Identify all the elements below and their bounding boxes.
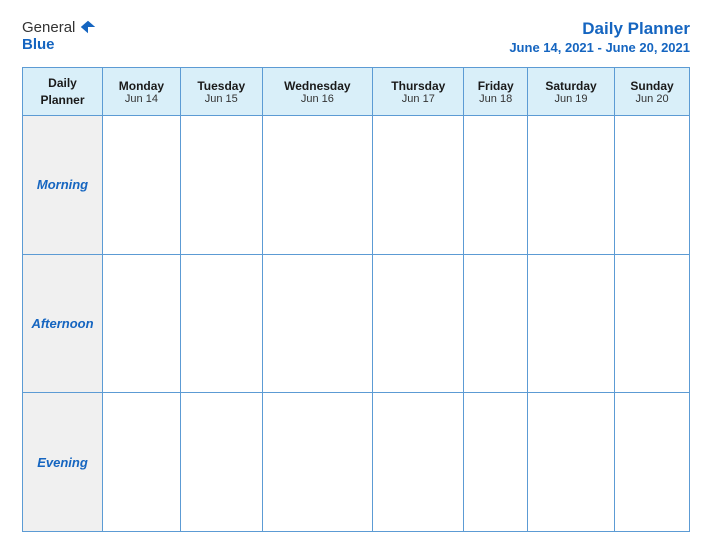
cell-morning-monday[interactable] [103, 116, 181, 255]
col-header-monday: Monday Jun 14 [103, 68, 181, 116]
col-header-friday: Friday Jun 18 [464, 68, 527, 116]
cell-morning-tuesday[interactable] [180, 116, 262, 255]
planner-title: Daily Planner [509, 18, 690, 40]
row-morning: Morning [23, 116, 690, 255]
cell-evening-sunday[interactable] [615, 393, 690, 532]
cell-afternoon-thursday[interactable] [373, 254, 464, 393]
cell-evening-thursday[interactable] [373, 393, 464, 532]
cell-morning-thursday[interactable] [373, 116, 464, 255]
cell-morning-sunday[interactable] [615, 116, 690, 255]
row-label-afternoon: Afternoon [23, 254, 103, 393]
cell-afternoon-wednesday[interactable] [262, 254, 373, 393]
cell-afternoon-friday[interactable] [464, 254, 527, 393]
cell-morning-saturday[interactable] [527, 116, 614, 255]
corner-label: Daily Planner [40, 76, 84, 107]
cell-evening-friday[interactable] [464, 393, 527, 532]
planner-date-range: June 14, 2021 - June 20, 2021 [509, 40, 690, 55]
row-afternoon: Afternoon [23, 254, 690, 393]
logo-general: General [22, 19, 75, 36]
cell-morning-wednesday[interactable] [262, 116, 373, 255]
cell-evening-wednesday[interactable] [262, 393, 373, 532]
cell-afternoon-tuesday[interactable] [180, 254, 262, 393]
row-label-morning: Morning [23, 116, 103, 255]
col-header-saturday: Saturday Jun 19 [527, 68, 614, 116]
cell-afternoon-saturday[interactable] [527, 254, 614, 393]
col-header-thursday: Thursday Jun 17 [373, 68, 464, 116]
page: General Blue Daily Planner June 14, 2021… [0, 0, 712, 550]
col-header-tuesday: Tuesday Jun 15 [180, 68, 262, 116]
cell-afternoon-monday[interactable] [103, 254, 181, 393]
cell-afternoon-sunday[interactable] [615, 254, 690, 393]
title-area: Daily Planner June 14, 2021 - June 20, 2… [509, 18, 690, 55]
cell-evening-monday[interactable] [103, 393, 181, 532]
table-corner-header: Daily Planner [23, 68, 103, 116]
cell-evening-saturday[interactable] [527, 393, 614, 532]
logo-blue: Blue [22, 36, 55, 53]
cell-evening-tuesday[interactable] [180, 393, 262, 532]
header-row: Daily Planner Monday Jun 14 Tuesday Jun … [23, 68, 690, 116]
row-evening: Evening [23, 393, 690, 532]
calendar-table: Daily Planner Monday Jun 14 Tuesday Jun … [22, 67, 690, 532]
logo-text: General [22, 18, 97, 36]
col-header-wednesday: Wednesday Jun 16 [262, 68, 373, 116]
cell-morning-friday[interactable] [464, 116, 527, 255]
logo-bird-icon [79, 18, 97, 36]
header: General Blue Daily Planner June 14, 2021… [22, 18, 690, 55]
col-header-sunday: Sunday Jun 20 [615, 68, 690, 116]
row-label-evening: Evening [23, 393, 103, 532]
logo-area: General Blue [22, 18, 97, 53]
